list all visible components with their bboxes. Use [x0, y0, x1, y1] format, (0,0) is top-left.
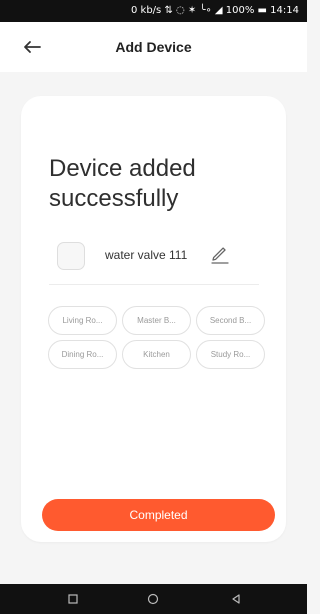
android-navigation-bar: [0, 584, 307, 614]
device-name: water valve 111: [105, 248, 188, 262]
edit-device-name-button[interactable]: [209, 245, 231, 265]
triangle-back-icon: [232, 594, 240, 604]
square-icon: [68, 594, 78, 604]
room-chip-master-bedroom[interactable]: Master B...: [122, 306, 191, 335]
device-checkbox[interactable]: [57, 242, 85, 270]
home-button[interactable]: [146, 592, 160, 606]
page-title: Add Device: [115, 39, 192, 55]
room-chip-living-room[interactable]: Living Ro...: [48, 306, 117, 335]
success-title: Device added successfully: [49, 154, 239, 214]
device-row: water valve 111: [57, 241, 261, 275]
add-device-screen: 0 kb/s ⇅ ◌ ✶ ╰∘ ◢ 100% ▬ 14:14 Add Devic…: [0, 0, 307, 614]
room-chip-kitchen[interactable]: Kitchen: [122, 340, 191, 369]
status-bar-text: 0 kb/s ⇅ ◌ ✶ ╰∘ ◢ 100% ▬ 14:14: [131, 5, 299, 16]
status-bar: 0 kb/s ⇅ ◌ ✶ ╰∘ ◢ 100% ▬ 14:14: [0, 0, 307, 22]
recent-apps-button[interactable]: [66, 592, 80, 606]
success-title-line-2: successfully: [49, 185, 179, 212]
room-chip-second-bedroom[interactable]: Second B...: [196, 306, 265, 335]
room-chip-grid: Living Ro... Master B... Second B... Din…: [48, 306, 268, 376]
completed-button[interactable]: Completed: [42, 499, 275, 531]
system-back-button[interactable]: [229, 592, 243, 606]
device-divider: [49, 284, 259, 285]
circle-icon: [147, 593, 159, 605]
success-card: Device added successfully water valve 11…: [21, 96, 286, 542]
success-title-line-1: Device added: [49, 155, 196, 182]
app-header: Add Device: [0, 22, 307, 72]
room-chip-dining-room[interactable]: Dining Ro...: [48, 340, 117, 369]
room-chip-study-room[interactable]: Study Ro...: [196, 340, 265, 369]
pencil-icon: [211, 247, 229, 264]
